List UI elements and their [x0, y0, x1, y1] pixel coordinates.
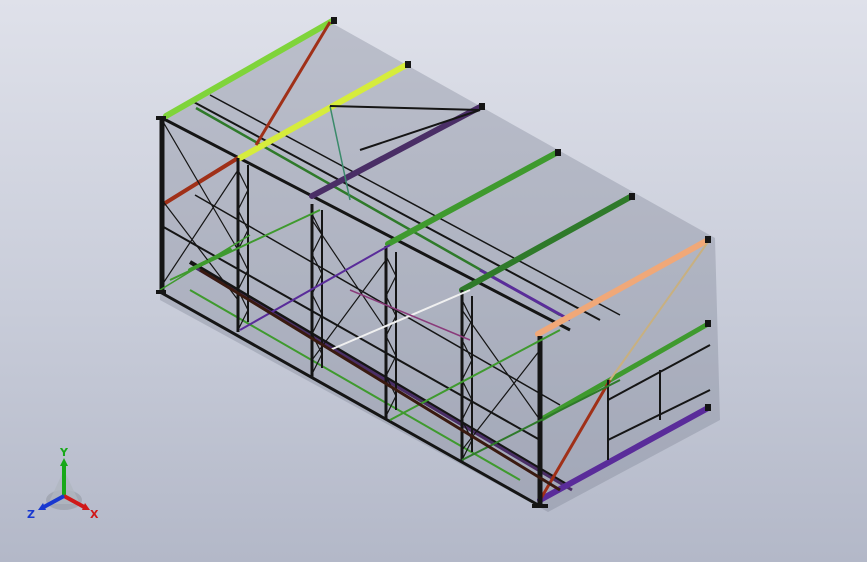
plate-6 — [705, 236, 711, 243]
plate-5 — [629, 193, 635, 200]
y-axis-arrow — [60, 458, 68, 466]
plate-base-back — [532, 504, 548, 508]
plate-3 — [479, 103, 485, 110]
cad-viewport[interactable]: Y X Z — [0, 0, 867, 562]
shadow-shape — [160, 22, 720, 512]
axis-triad: Y X Z — [27, 448, 99, 521]
y-axis-label: Y — [59, 448, 69, 459]
plate-2 — [405, 61, 411, 68]
model-shadow — [160, 22, 720, 512]
steel-frame-model[interactable] — [0, 0, 867, 562]
plate-top-front — [156, 116, 166, 120]
z-axis-label: Z — [27, 508, 35, 521]
plate-8 — [705, 404, 711, 411]
plate-4 — [555, 149, 561, 156]
x-axis-label: X — [90, 508, 99, 521]
plate-7 — [705, 320, 711, 327]
plate-base-front — [156, 290, 166, 294]
plate-1 — [331, 17, 337, 24]
